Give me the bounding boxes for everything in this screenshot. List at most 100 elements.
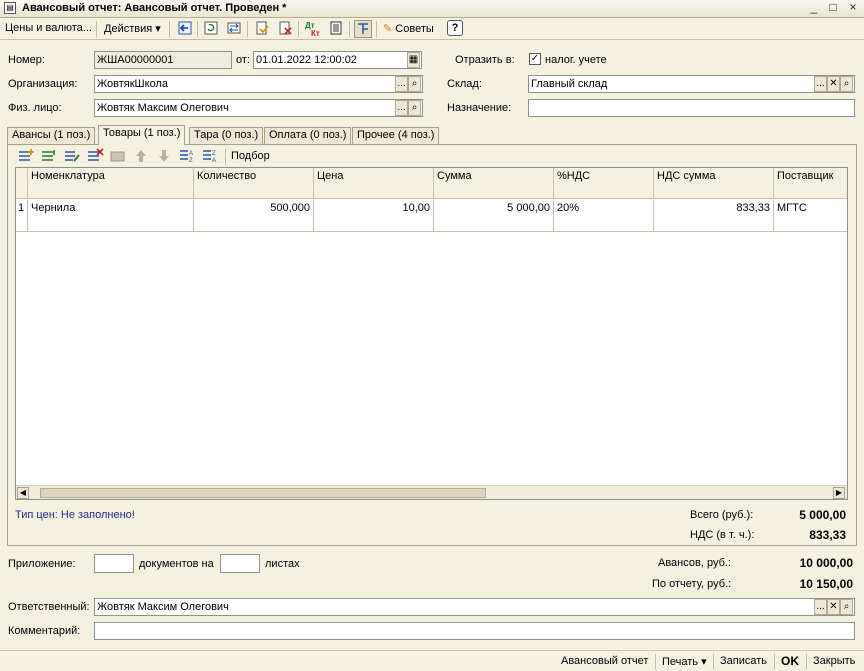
scroll-left-icon[interactable]: ◀ bbox=[17, 487, 29, 499]
column-header[interactable]: НДС сумма bbox=[654, 168, 774, 199]
print-menu-button[interactable]: Печать ▾ bbox=[662, 655, 707, 668]
table-cell[interactable]: 20% bbox=[554, 200, 654, 232]
search-icon[interactable]: ⌕ bbox=[840, 76, 853, 92]
price-type-warning[interactable]: Тип цен: Не заполнено! bbox=[15, 509, 135, 521]
command-bar: Авансовый отчет Печать ▾ Записать OK Зак… bbox=[0, 650, 864, 671]
toolbar-separator bbox=[247, 21, 248, 37]
minimize-button[interactable]: _ bbox=[806, 1, 822, 15]
search-icon[interactable]: ⌕ bbox=[840, 599, 853, 615]
scroll-right-icon[interactable]: ▶ bbox=[833, 487, 845, 499]
table-cell[interactable]: 833,33 bbox=[654, 200, 774, 232]
clear-icon[interactable]: ✕ bbox=[827, 76, 840, 92]
report-total-value: 10 150,00 bbox=[799, 577, 853, 591]
delete-row-icon[interactable] bbox=[86, 148, 104, 167]
refresh-icon[interactable] bbox=[202, 20, 220, 38]
table-cell[interactable]: 10,00 bbox=[314, 200, 434, 232]
maximize-button[interactable]: □ bbox=[825, 1, 841, 15]
clear-icon[interactable]: ✕ bbox=[827, 599, 840, 615]
copy-row-icon[interactable] bbox=[40, 148, 58, 167]
sort-ascending-icon[interactable]: AZ bbox=[178, 148, 196, 167]
responsible-value: Жовтяк Максим Олегович bbox=[97, 601, 229, 613]
actions-menu-button[interactable]: Действия ▾ bbox=[104, 22, 161, 35]
advice-label: Советы bbox=[395, 23, 434, 35]
sort-descending-icon[interactable]: ZA bbox=[201, 148, 219, 167]
goods-table[interactable]: Номенклатура Количество Цена Сумма %НДС … bbox=[15, 167, 848, 500]
organization-value: ЖовтякШкола bbox=[97, 78, 168, 90]
advance-report-print-button[interactable]: Авансовый отчет bbox=[561, 655, 648, 667]
sheets-count-field[interactable] bbox=[220, 554, 260, 573]
warehouse-select-button[interactable]: ... bbox=[814, 76, 827, 92]
date-field[interactable]: 01.01.2022 12:00:02 bbox=[253, 51, 422, 69]
window-titlebar[interactable]: ▤ Авансовый отчет: Авансовый отчет. Пров… bbox=[0, 0, 864, 18]
main-toolbar: Цены и валюта... Действия ▾ Дт Кт ✎ Сове… bbox=[0, 18, 864, 40]
table-cell[interactable]: МГТС bbox=[774, 200, 847, 232]
scrollbar-thumb[interactable] bbox=[40, 488, 486, 498]
actions-menu-label: Действия bbox=[104, 23, 153, 35]
search-icon[interactable]: ⌕ bbox=[408, 76, 421, 92]
advances-value: 10 000,00 bbox=[799, 556, 853, 570]
warehouse-field[interactable]: Главный склад bbox=[528, 75, 855, 93]
chevron-down-icon: ▾ bbox=[155, 23, 161, 35]
help-icon[interactable]: ? bbox=[447, 20, 463, 36]
go-back-icon[interactable] bbox=[176, 20, 194, 38]
number-field[interactable]: ЖША00000001 bbox=[94, 51, 232, 69]
tab-goods[interactable]: Товары (1 поз.) bbox=[98, 125, 186, 145]
horizontal-scrollbar[interactable]: ◀ ▶ bbox=[16, 485, 847, 499]
tab-payment[interactable]: Оплата (0 поз.) bbox=[264, 127, 352, 144]
toolbar-separator bbox=[774, 654, 775, 669]
documents-on-label: документов на bbox=[139, 558, 214, 570]
save-button[interactable]: Записать bbox=[720, 655, 767, 667]
comment-field[interactable] bbox=[94, 622, 855, 640]
move-down-icon[interactable] bbox=[157, 148, 171, 167]
exchange-icon[interactable] bbox=[225, 20, 243, 38]
table-cell[interactable]: 5 000,00 bbox=[434, 200, 554, 232]
table-cell[interactable]: 500,000 bbox=[194, 200, 314, 232]
document-journal-icon[interactable] bbox=[327, 20, 345, 38]
table-cell[interactable]: Чернила bbox=[28, 200, 194, 232]
total-label: Всего (руб.): bbox=[690, 509, 754, 521]
responsible-select-button[interactable]: ... bbox=[814, 599, 827, 615]
comment-label: Комментарий: bbox=[8, 625, 81, 637]
end-edit-icon[interactable] bbox=[110, 149, 126, 166]
pick-button[interactable]: Подбор bbox=[231, 150, 270, 162]
dt-kt-icon[interactable]: Дт Кт bbox=[303, 20, 321, 38]
toolbar-separator bbox=[298, 21, 299, 37]
organization-field[interactable]: ЖовтякШкола bbox=[94, 75, 423, 93]
window-title: Авансовый отчет: Авансовый отчет. Провед… bbox=[22, 2, 287, 14]
close-window-button[interactable]: × bbox=[845, 1, 861, 15]
sheets-label: листах bbox=[265, 558, 300, 570]
structure-icon[interactable] bbox=[354, 20, 372, 38]
prices-currency-button[interactable]: Цены и валюта... bbox=[5, 22, 92, 34]
calendar-icon[interactable]: ▦ bbox=[407, 52, 420, 68]
ok-button[interactable]: OK bbox=[781, 654, 799, 668]
add-row-icon[interactable] bbox=[17, 148, 35, 167]
column-header[interactable]: Цена bbox=[314, 168, 434, 199]
create-based-on-icon[interactable] bbox=[253, 20, 271, 38]
column-header[interactable]: Количество bbox=[194, 168, 314, 199]
vat-label: НДС (в т. ч.): bbox=[690, 529, 755, 541]
column-header[interactable]: Поставщик bbox=[774, 168, 847, 199]
tab-other[interactable]: Прочее (4 поз.) bbox=[352, 127, 440, 144]
close-button[interactable]: Закрыть bbox=[813, 655, 855, 667]
tab-containers[interactable]: Тара (0 поз.) bbox=[189, 127, 264, 144]
organization-select-button[interactable]: ... bbox=[395, 76, 408, 92]
column-header[interactable]: Номенклатура bbox=[28, 168, 194, 199]
person-select-button[interactable]: ... bbox=[395, 100, 408, 116]
move-up-icon[interactable] bbox=[134, 148, 148, 167]
column-header[interactable]: %НДС bbox=[554, 168, 654, 199]
report-total-label: По отчету, руб.: bbox=[652, 578, 732, 590]
edit-row-icon[interactable] bbox=[63, 148, 81, 167]
purpose-label: Назначение: bbox=[447, 102, 512, 114]
toolbar-separator bbox=[349, 21, 350, 37]
unpost-icon[interactable] bbox=[276, 20, 294, 38]
warehouse-value: Главный склад bbox=[531, 78, 608, 90]
search-icon[interactable]: ⌕ bbox=[408, 100, 421, 116]
column-header[interactable]: Сумма bbox=[434, 168, 554, 199]
purpose-field[interactable] bbox=[528, 99, 855, 117]
advice-button[interactable]: ✎ Советы bbox=[383, 22, 434, 35]
tab-advances[interactable]: Авансы (1 поз.) bbox=[7, 127, 96, 144]
tax-accounting-checkbox[interactable]: ✓ bbox=[529, 53, 541, 65]
responsible-field[interactable]: Жовтяк Максим Олегович bbox=[94, 598, 855, 616]
person-field[interactable]: Жовтяк Максим Олегович bbox=[94, 99, 423, 117]
documents-count-field[interactable] bbox=[94, 554, 134, 573]
